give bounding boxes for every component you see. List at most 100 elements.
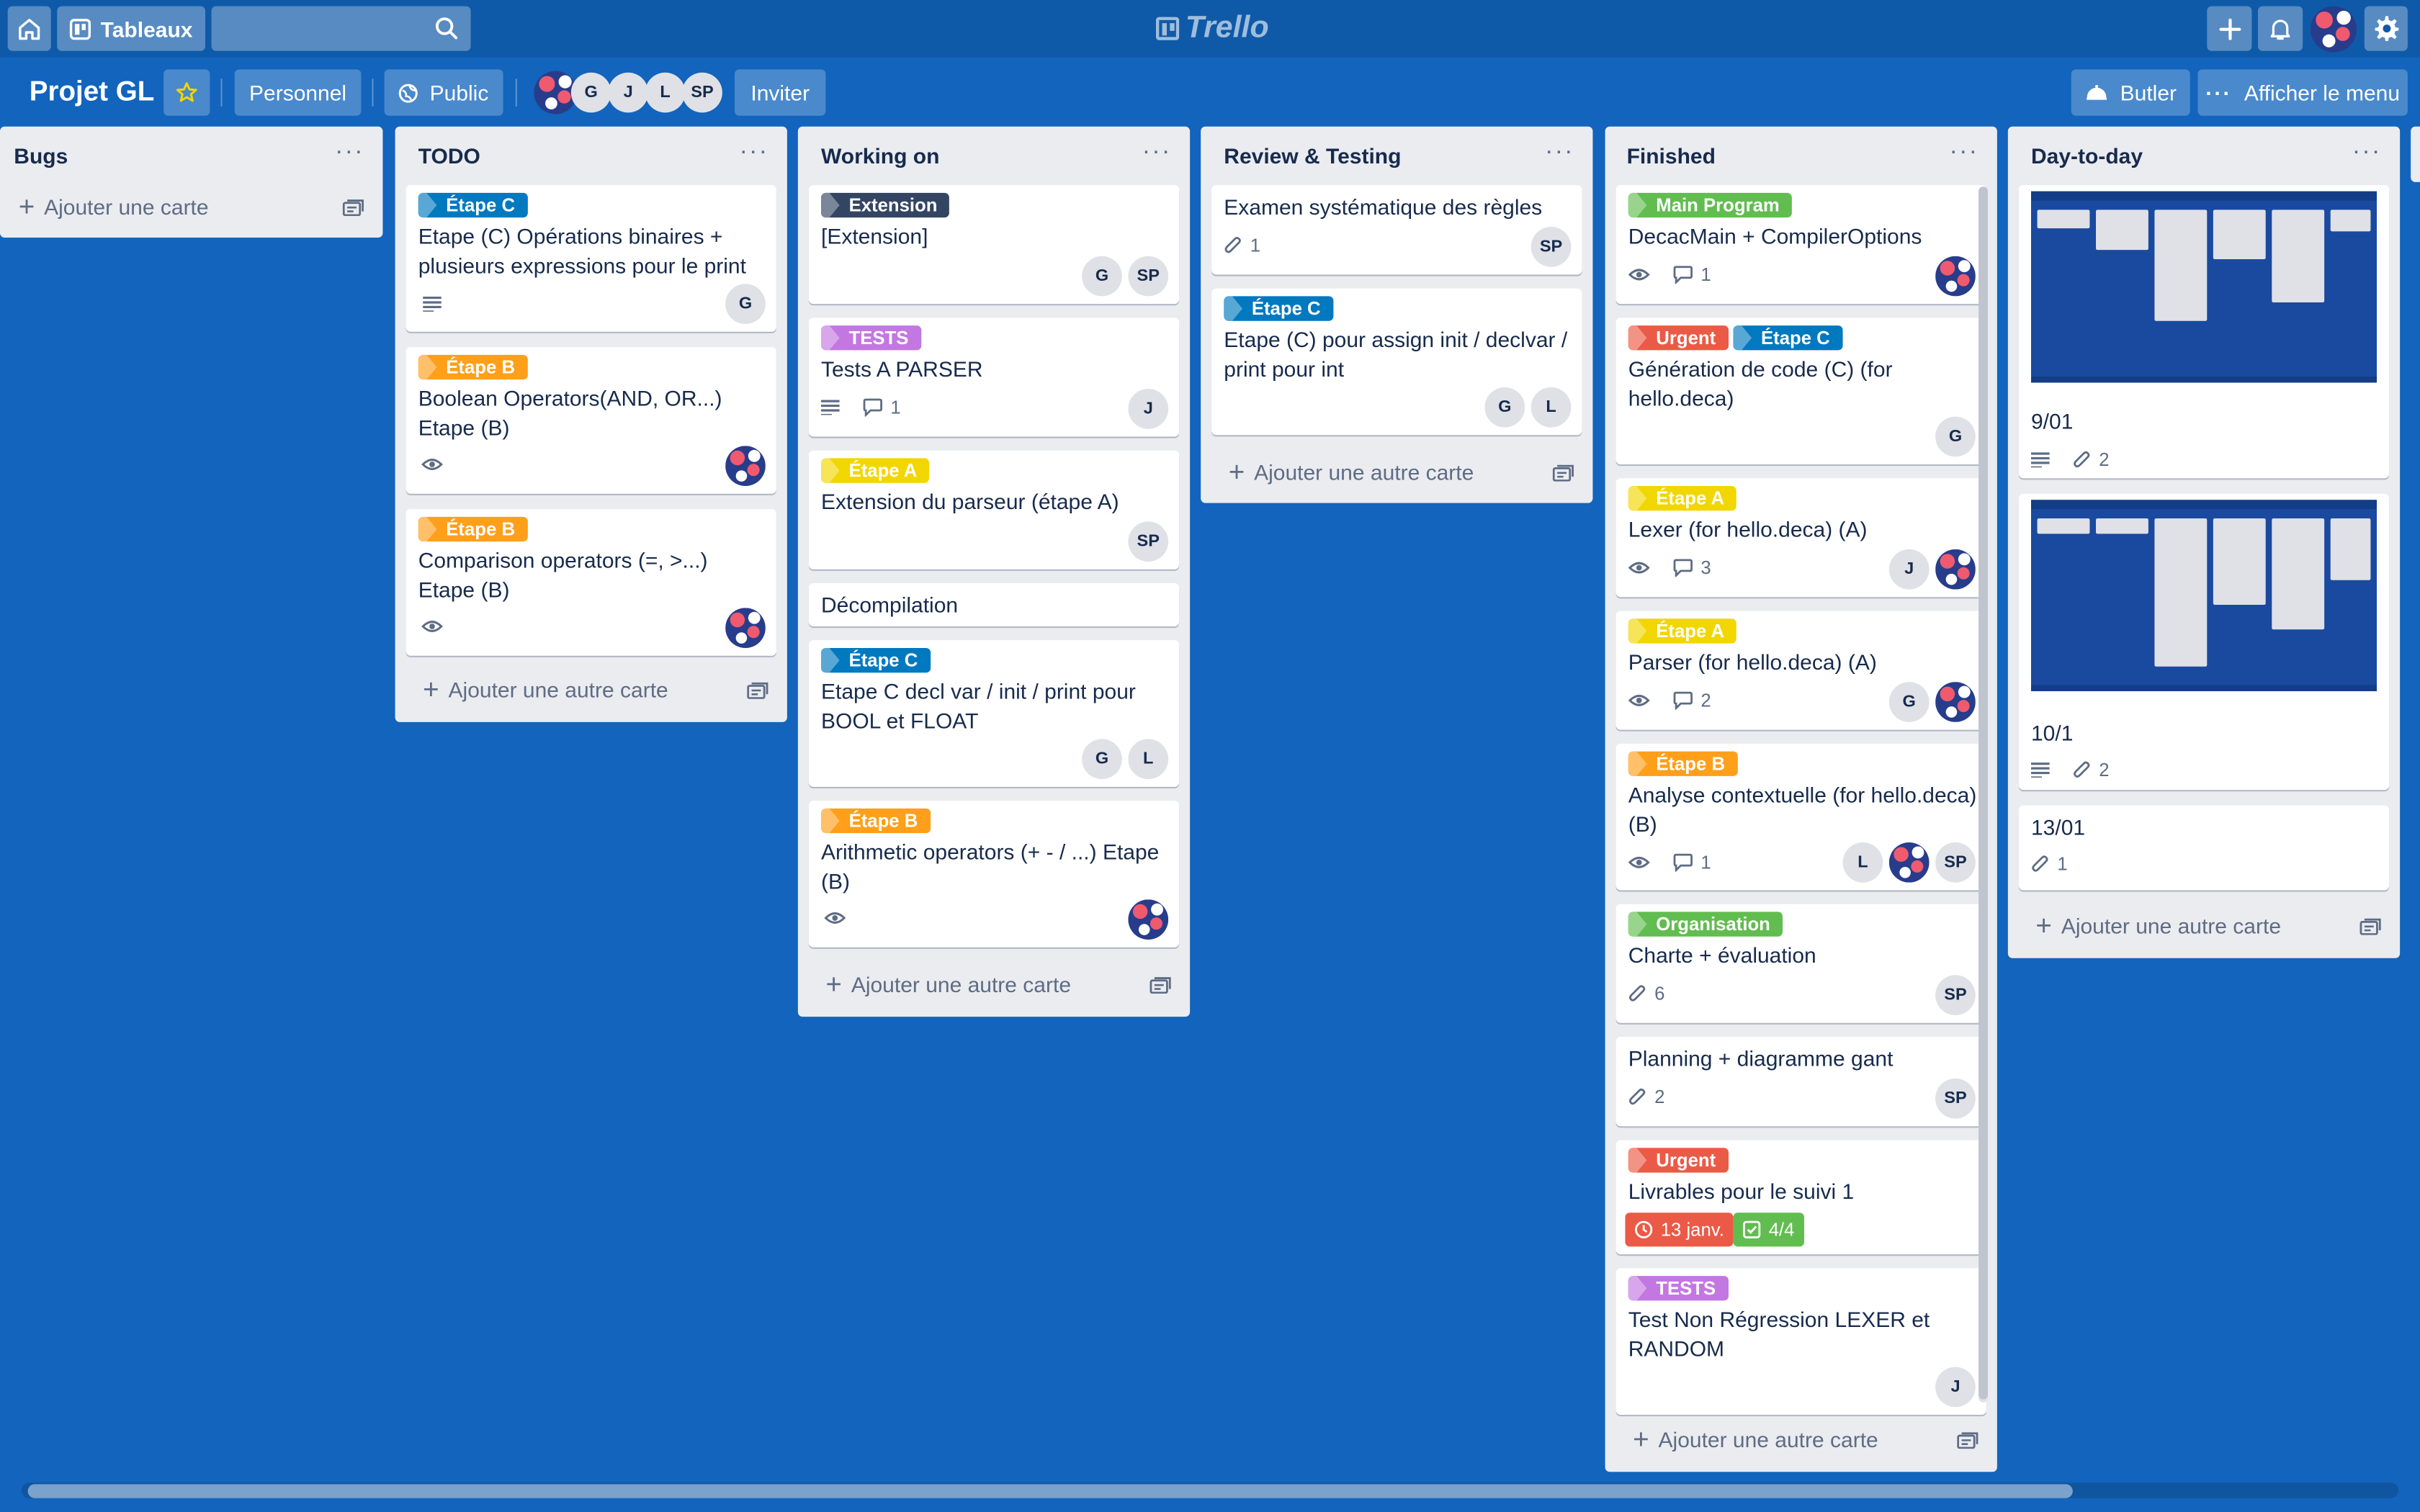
card[interactable]: Étape C Etape (C) pour assign init / dec… — [1211, 288, 1582, 436]
card[interactable]: Étape B Analyse contextuelle (for hello.… — [1615, 743, 1986, 891]
user-avatar[interactable] — [2310, 6, 2357, 53]
member-avatar[interactable]: SP — [1531, 227, 1572, 267]
card[interactable]: TESTS Tests A PARSER 1 J — [808, 318, 1180, 437]
card[interactable]: Étape B Arithmetic operators (+ - / ...)… — [808, 801, 1180, 948]
card[interactable]: Étape C Etape (C) Opérations binaires + … — [405, 185, 776, 332]
member-avatar[interactable]: G — [1082, 739, 1122, 780]
member-avatar[interactable] — [1935, 682, 1976, 722]
list-title[interactable]: Working on — [821, 143, 939, 168]
card[interactable]: Urgent Livrables pour le suivi 1 13 janv… — [1615, 1140, 1986, 1255]
add-card-button[interactable]: + Ajouter une autre carte — [825, 971, 1071, 999]
boards-button[interactable]: Tableaux — [57, 6, 206, 51]
member-avatar[interactable]: G — [1888, 682, 1930, 722]
member-avatar[interactable]: L — [1842, 842, 1883, 883]
list-menu-icon[interactable]: ··· — [1949, 139, 1978, 167]
member-avatar[interactable]: J — [1935, 1367, 1976, 1408]
card[interactable]: Décompilation — [808, 583, 1180, 626]
list-menu-icon[interactable]: ··· — [2352, 139, 2382, 167]
trello-logo[interactable]: Trello — [1156, 11, 1269, 46]
add-card-button[interactable]: + Ajouter une autre carte — [1633, 1426, 1878, 1454]
paperclip-icon — [2074, 450, 2090, 467]
list-title[interactable]: Finished — [1627, 143, 1716, 168]
card[interactable]: Étape A Lexer (for hello.deca) (A) 3 J — [1615, 478, 1986, 598]
card[interactable]: 13/01 1 — [2018, 805, 2390, 891]
show-menu-button[interactable]: ··· Afficher le menu — [2197, 69, 2408, 116]
plus-icon: + — [2035, 910, 2052, 942]
card[interactable]: 10/1 2 — [2018, 493, 2390, 791]
add-card-button[interactable]: + Ajouter une autre carte — [423, 676, 668, 704]
member-avatar[interactable]: G — [1935, 416, 1976, 457]
add-card-label: Ajouter une carte — [44, 194, 209, 220]
card[interactable]: Étape A Parser (for hello.deca) (A) 2 G — [1615, 611, 1986, 730]
member-avatar[interactable]: SP — [1128, 521, 1169, 562]
list-menu-icon[interactable]: ··· — [739, 139, 768, 167]
member-avatar[interactable]: SP — [1128, 256, 1169, 297]
board-title[interactable]: Projet GL — [30, 76, 155, 108]
member-avatar[interactable]: L — [1531, 387, 1572, 428]
card[interactable]: 9/01 2 — [2018, 185, 2390, 479]
card[interactable]: Étape C Etape C decl var / init / print … — [808, 640, 1180, 787]
member-avatar[interactable]: G — [725, 284, 766, 324]
search-input[interactable] — [211, 6, 471, 51]
member-avatar[interactable]: SP — [1935, 1078, 1976, 1119]
card[interactable]: Étape A Extension du parseur (étape A) S… — [808, 450, 1180, 570]
settings-button[interactable] — [2364, 6, 2408, 51]
notifications-button[interactable] — [2258, 6, 2303, 51]
member-avatar[interactable] — [1935, 256, 1976, 297]
public-button[interactable]: Public — [384, 69, 503, 116]
list-menu-icon[interactable]: ··· — [1545, 139, 1574, 167]
member-avatar[interactable]: L — [645, 72, 686, 113]
due-date-badge[interactable]: 13 janv. — [1625, 1212, 1734, 1247]
card[interactable]: Examen systématique des règles 1 SP — [1211, 185, 1582, 275]
list-scrollbar[interactable] — [1978, 186, 1988, 1400]
list-title[interactable]: TODO — [418, 143, 480, 168]
card[interactable]: Extension [Extension] G SP — [808, 185, 1180, 305]
card[interactable]: Planning + diagramme gant 2 SP — [1615, 1037, 1986, 1127]
butler-icon — [2086, 84, 2107, 100]
card-template-icon[interactable] — [747, 682, 768, 699]
card-badges: 2 — [1628, 1084, 1680, 1109]
card[interactable]: TESTS Test Non Régression LEXER et RANDO… — [1615, 1268, 1986, 1415]
member-avatar[interactable]: SP — [1935, 975, 1976, 1015]
list-menu-icon[interactable]: ··· — [1142, 139, 1172, 167]
list-title[interactable]: Day-to-day — [2031, 143, 2143, 168]
list-menu-icon[interactable]: ··· — [335, 139, 364, 167]
add-card-button[interactable]: + Ajouter une autre carte — [1229, 458, 1474, 486]
attachment-count: 2 — [2099, 759, 2110, 781]
card[interactable]: Main Program DecacMain + CompilerOptions… — [1615, 185, 1986, 305]
member-avatar[interactable]: G — [570, 72, 611, 113]
butler-button[interactable]: Butler — [2071, 69, 2190, 116]
create-button[interactable] — [2207, 6, 2252, 51]
card-template-icon[interactable] — [342, 199, 364, 216]
add-card-button[interactable]: + Ajouter une autre carte — [2035, 910, 2281, 942]
card-template-icon[interactable] — [1552, 464, 1574, 482]
list-title[interactable]: Review & Testing — [1224, 143, 1401, 168]
invite-button[interactable]: Inviter — [734, 69, 826, 116]
member-avatar[interactable]: G — [1484, 387, 1525, 428]
member-avatar[interactable]: SP — [682, 72, 722, 113]
card-template-icon[interactable] — [1150, 976, 1171, 994]
card[interactable]: Organisation Charte + évaluation 6 SP — [1615, 904, 1986, 1023]
personal-button[interactable]: Personnel — [234, 69, 362, 116]
board-scrollbar[interactable] — [27, 1484, 2073, 1498]
member-avatar[interactable] — [1888, 842, 1930, 883]
member-avatar[interactable]: J — [608, 72, 648, 113]
star-button[interactable] — [163, 69, 210, 116]
member-avatar[interactable]: J — [1128, 389, 1169, 429]
add-card-button[interactable]: + Ajouter une carte — [19, 193, 209, 221]
member-avatar[interactable]: J — [1888, 549, 1930, 590]
home-button[interactable] — [7, 6, 51, 51]
card-template-icon[interactable] — [2360, 918, 2381, 935]
member-avatar[interactable] — [725, 608, 766, 648]
member-avatar[interactable] — [1128, 899, 1169, 940]
member-avatar[interactable]: G — [1082, 256, 1122, 297]
list-title[interactable]: Bugs — [14, 143, 68, 168]
card[interactable]: Étape B Comparison operators (=, >...) E… — [405, 509, 776, 656]
member-avatar[interactable]: L — [1128, 739, 1169, 780]
member-avatar[interactable] — [725, 446, 766, 486]
card[interactable]: Étape B Boolean Operators(AND, OR...) Et… — [405, 347, 776, 494]
member-avatar[interactable]: SP — [1935, 842, 1976, 883]
member-avatar[interactable] — [1935, 549, 1976, 590]
card[interactable]: Urgent Étape C Génération de code (C) (f… — [1615, 318, 1986, 464]
card-template-icon[interactable] — [1957, 1432, 1978, 1449]
